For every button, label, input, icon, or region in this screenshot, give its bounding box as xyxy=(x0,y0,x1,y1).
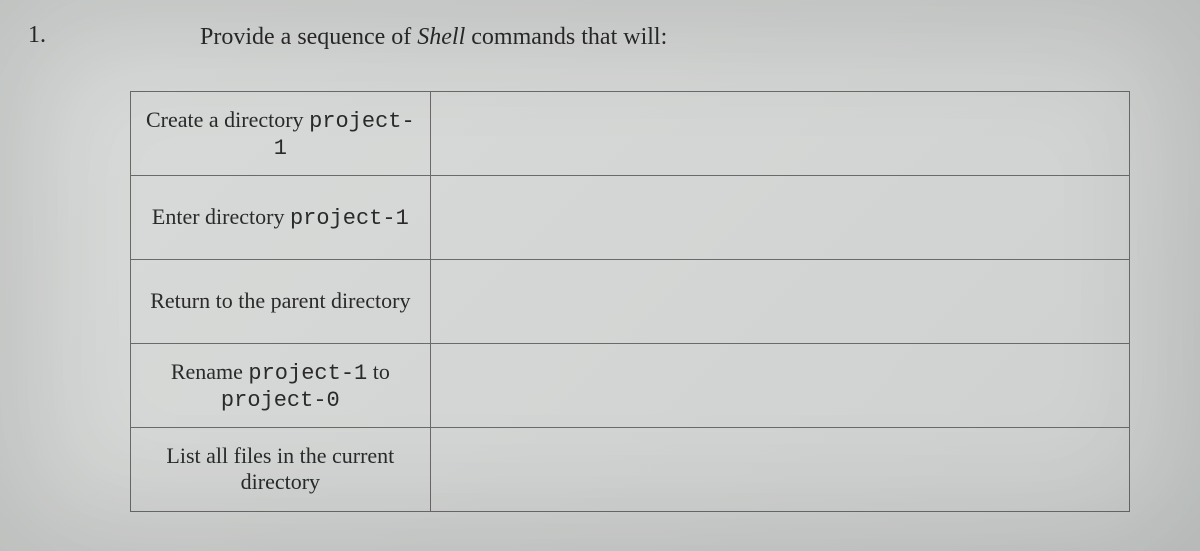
commands-table: Create a directory project-1 Enter direc… xyxy=(130,91,1130,512)
worksheet-page: 1. Provide a sequence of Shell commands … xyxy=(0,0,1200,551)
answer-cell[interactable] xyxy=(430,92,1129,176)
prompt-italic: Shell xyxy=(417,24,465,50)
task-code: project-1 xyxy=(290,206,409,231)
question-number: 1. xyxy=(28,22,46,49)
prompt-text-after: commands that will: xyxy=(465,24,667,50)
task-text: Enter directory xyxy=(152,204,290,229)
answer-cell[interactable] xyxy=(430,428,1129,512)
task-cell: Create a directory project-1 xyxy=(131,92,431,176)
task-cell: Rename project-1 to project-0 xyxy=(131,344,431,428)
table-row: Return to the parent directory xyxy=(131,260,1130,344)
answer-cell[interactable] xyxy=(430,260,1129,344)
prompt-text-before: Provide a sequence of xyxy=(200,24,417,50)
table-row: Create a directory project-1 xyxy=(131,92,1130,176)
task-text-post: to xyxy=(367,359,390,384)
task-text: Return to the parent directory xyxy=(150,288,410,313)
task-cell: Enter directory project-1 xyxy=(131,176,431,260)
table-row: Rename project-1 to project-0 xyxy=(131,344,1130,428)
task-cell: List all files in the current directory xyxy=(131,428,431,512)
table-row: Enter directory project-1 xyxy=(131,176,1130,260)
table-row: List all files in the current directory xyxy=(131,428,1130,512)
task-text: Rename xyxy=(171,359,249,384)
task-text: List all files in the current directory xyxy=(166,443,394,494)
answer-cell[interactable] xyxy=(430,344,1129,428)
commands-table-wrap: Create a directory project-1 Enter direc… xyxy=(130,91,1130,512)
question-prompt: Provide a sequence of Shell commands tha… xyxy=(200,24,1150,51)
task-cell: Return to the parent directory xyxy=(131,260,431,344)
task-text: Create a directory xyxy=(146,107,309,132)
answer-cell[interactable] xyxy=(430,176,1129,260)
task-code-2: project-0 xyxy=(221,388,340,413)
task-code: project-1 xyxy=(248,361,367,386)
